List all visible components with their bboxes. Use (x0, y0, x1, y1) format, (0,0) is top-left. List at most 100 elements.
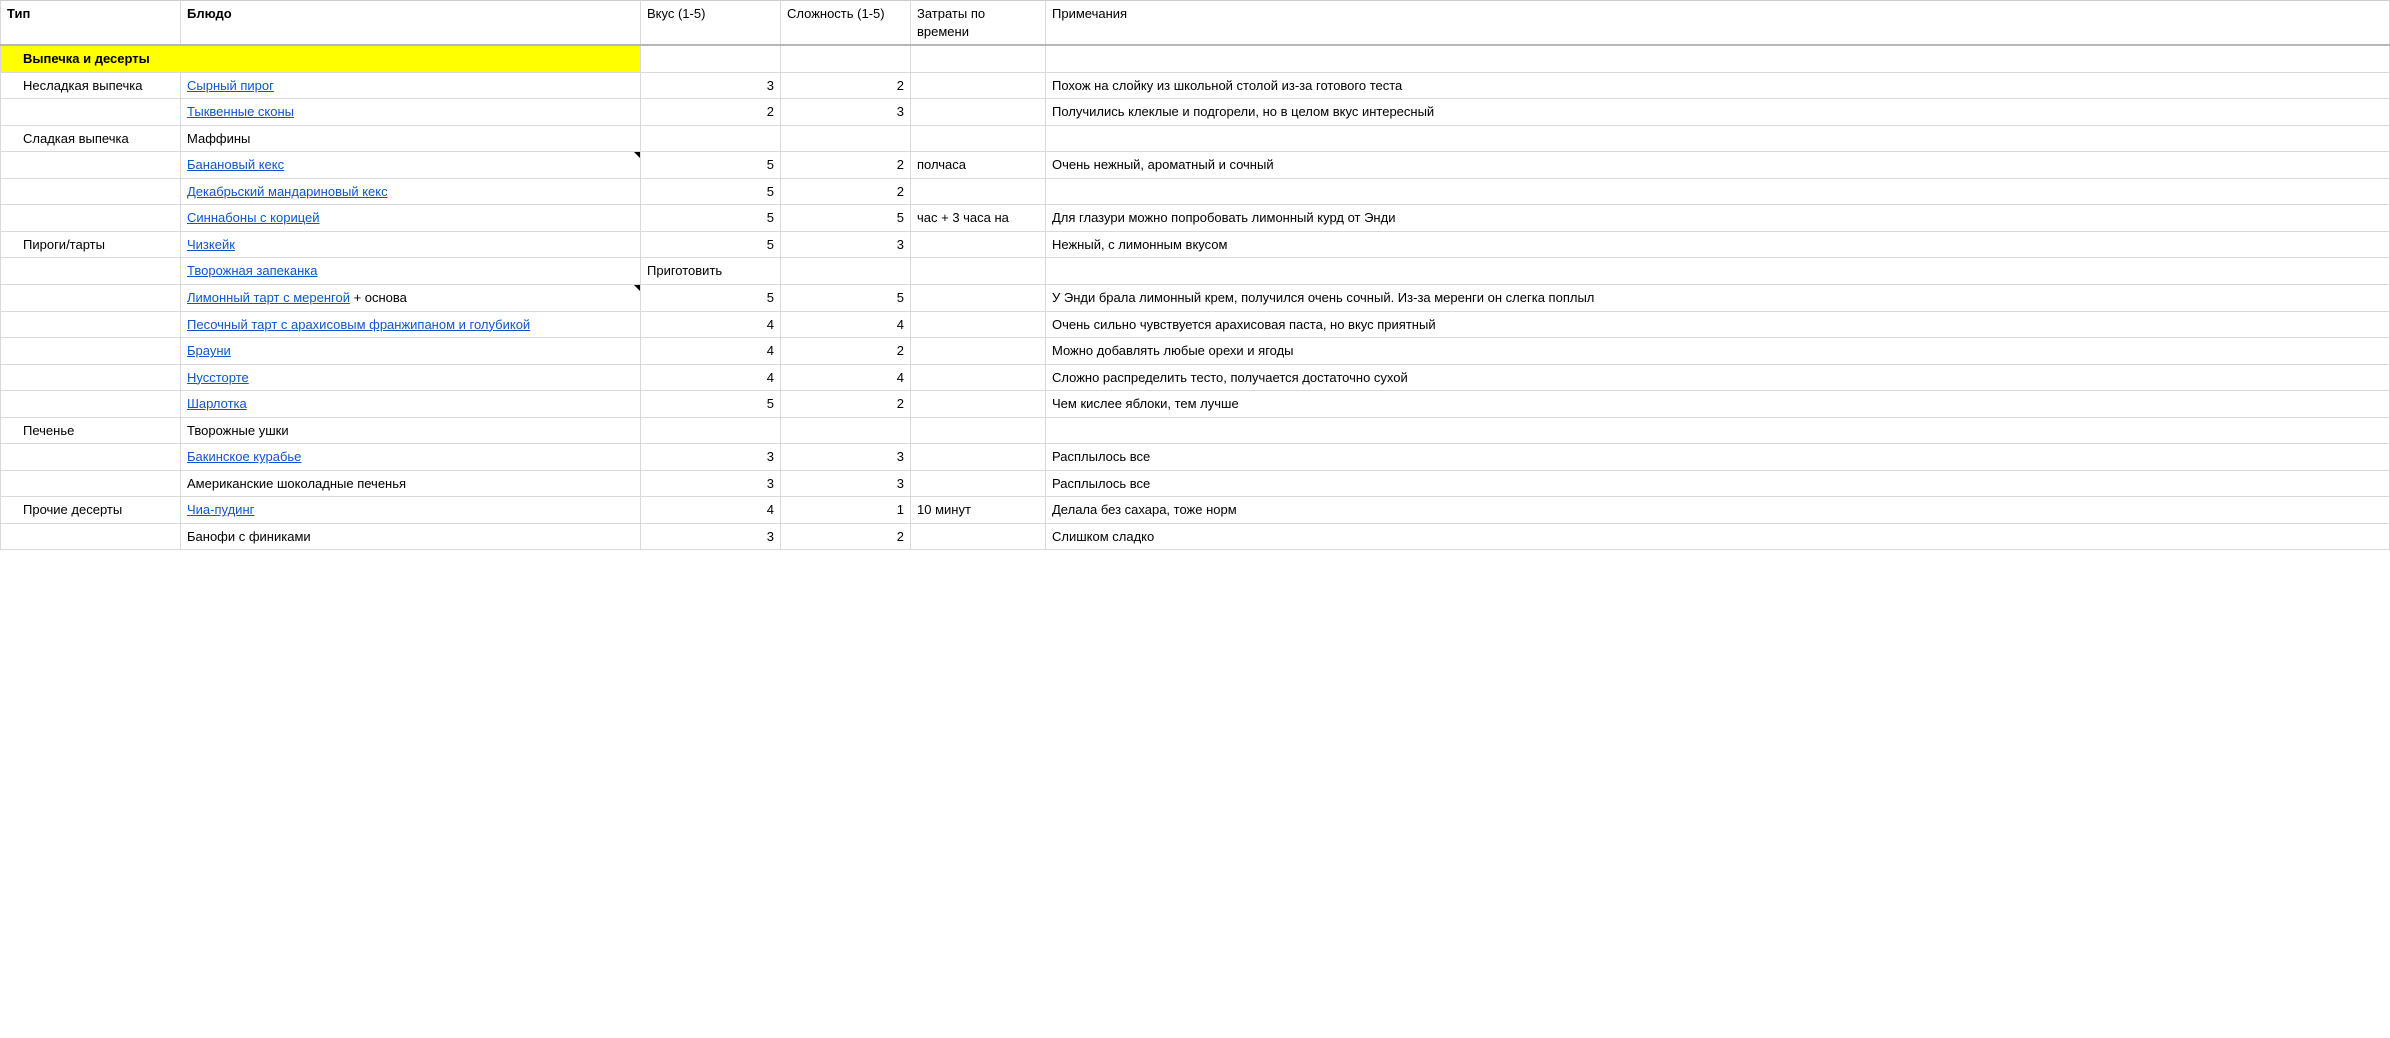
dish-link[interactable]: Бакинское курабье (187, 449, 301, 464)
dish-link[interactable]: Синнабоны с корицей (187, 210, 320, 225)
cell-difficulty[interactable]: 3 (781, 444, 911, 471)
cell-type[interactable] (1, 523, 181, 550)
cell-type[interactable]: Пироги/тарты (1, 231, 181, 258)
cell-taste[interactable]: 5 (641, 152, 781, 179)
cell-type[interactable]: Печенье (1, 417, 181, 444)
cell-dish[interactable]: Декабрьский мандариновый кекс (181, 178, 641, 205)
cell-difficulty[interactable]: 3 (781, 470, 911, 497)
cell-time[interactable] (911, 523, 1046, 550)
cell-time[interactable]: час + 3 часа на (911, 205, 1046, 232)
col-dish[interactable]: Блюдо (181, 1, 641, 46)
cell-type[interactable] (1, 285, 181, 312)
cell-dish[interactable]: Тыквенные сконы (181, 99, 641, 126)
cell-difficulty[interactable]: 4 (781, 364, 911, 391)
cell-time[interactable] (911, 285, 1046, 312)
cell-type[interactable] (1, 338, 181, 365)
cell-dish[interactable]: Чизкейк (181, 231, 641, 258)
cell-type[interactable] (1, 258, 181, 285)
cell-difficulty[interactable]: 2 (781, 523, 911, 550)
cell-difficulty[interactable]: 2 (781, 338, 911, 365)
cell-taste[interactable]: 3 (641, 444, 781, 471)
cell-type[interactable]: Сладкая выпечка (1, 125, 181, 152)
cell-notes[interactable]: Похож на слойку из школьной столой из-за… (1046, 72, 2390, 99)
cell-taste[interactable]: 5 (641, 205, 781, 232)
cell-dish[interactable]: Творожная запеканка (181, 258, 641, 285)
cell-time[interactable] (911, 72, 1046, 99)
cell-type[interactable] (1, 99, 181, 126)
cell-notes[interactable]: Сложно распределить тесто, получается до… (1046, 364, 2390, 391)
cell-notes[interactable]: Нежный, с лимонным вкусом (1046, 231, 2390, 258)
cell-dish[interactable]: Маффины (181, 125, 641, 152)
cell-taste[interactable]: 4 (641, 497, 781, 524)
dish-link[interactable]: Творожная запеканка (187, 263, 317, 278)
col-notes[interactable]: Примечания (1046, 1, 2390, 46)
col-taste[interactable]: Вкус (1-5) (641, 1, 781, 46)
cell-type[interactable] (1, 364, 181, 391)
cell-time[interactable] (911, 391, 1046, 418)
cell-notes[interactable]: Получились клеклые и подгорели, но в цел… (1046, 99, 2390, 126)
cell-difficulty[interactable]: 2 (781, 152, 911, 179)
cell-type[interactable]: Несладкая выпечка (1, 72, 181, 99)
cell-dish[interactable]: Синнабоны с корицей (181, 205, 641, 232)
cell-time[interactable] (911, 444, 1046, 471)
cell-taste[interactable]: 4 (641, 338, 781, 365)
dish-link[interactable]: Лимонный тарт с меренгой (187, 290, 350, 305)
cell-time[interactable]: полчаса (911, 152, 1046, 179)
cell-taste[interactable]: 3 (641, 523, 781, 550)
col-type[interactable]: Тип (1, 1, 181, 46)
col-difficulty[interactable]: Сложность (1-5) (781, 1, 911, 46)
dish-link[interactable]: Брауни (187, 343, 231, 358)
cell-dish[interactable]: Брауни (181, 338, 641, 365)
cell-time[interactable] (911, 417, 1046, 444)
cell-dish[interactable]: Банофи с финиками (181, 523, 641, 550)
cell-taste[interactable] (641, 125, 781, 152)
cell-notes[interactable]: Расплылось все (1046, 470, 2390, 497)
cell-taste[interactable]: 5 (641, 285, 781, 312)
cell-type[interactable]: Прочие десерты (1, 497, 181, 524)
cell-notes[interactable]: У Энди брала лимонный крем, получился оч… (1046, 285, 2390, 312)
cell-taste[interactable]: Приготовить (641, 258, 781, 285)
cell-dish[interactable]: Американские шоколадные печенья (181, 470, 641, 497)
cell-taste[interactable]: 4 (641, 311, 781, 338)
cell-difficulty[interactable]: 2 (781, 391, 911, 418)
cell-time[interactable] (911, 311, 1046, 338)
dish-link[interactable]: Чиа-пудинг (187, 502, 254, 517)
cell-dish[interactable]: Сырный пирог (181, 72, 641, 99)
cell-notes[interactable]: Можно добавлять любые орехи и ягоды (1046, 338, 2390, 365)
cell-dish[interactable]: Шарлотка (181, 391, 641, 418)
cell-notes[interactable] (1046, 417, 2390, 444)
dish-link[interactable]: Песочный тарт с арахисовым франжипаном и… (187, 317, 530, 332)
cell-time[interactable] (911, 178, 1046, 205)
cell-taste[interactable]: 4 (641, 364, 781, 391)
dish-link[interactable]: Чизкейк (187, 237, 235, 252)
cell-notes[interactable]: Очень нежный, ароматный и сочный (1046, 152, 2390, 179)
cell-notes[interactable]: Расплылось все (1046, 444, 2390, 471)
cell-difficulty[interactable] (781, 417, 911, 444)
cell-notes[interactable] (1046, 178, 2390, 205)
dish-link[interactable]: Сырный пирог (187, 78, 274, 93)
cell-type[interactable] (1, 444, 181, 471)
cell-difficulty[interactable]: 2 (781, 72, 911, 99)
cell-time[interactable] (911, 125, 1046, 152)
cell-notes[interactable] (1046, 258, 2390, 285)
cell-type[interactable] (1, 470, 181, 497)
cell-time[interactable] (911, 338, 1046, 365)
cell-notes[interactable] (1046, 125, 2390, 152)
cell-difficulty[interactable]: 5 (781, 285, 911, 312)
dish-link[interactable]: Банановый кекс (187, 157, 284, 172)
cell-dish[interactable]: Чиа-пудинг (181, 497, 641, 524)
cell-difficulty[interactable]: 4 (781, 311, 911, 338)
cell-notes[interactable]: Очень сильно чувствуется арахисовая паст… (1046, 311, 2390, 338)
cell-notes[interactable]: Слишком сладко (1046, 523, 2390, 550)
cell-difficulty[interactable]: 1 (781, 497, 911, 524)
cell-type[interactable] (1, 391, 181, 418)
dish-link[interactable]: Шарлотка (187, 396, 247, 411)
cell-type[interactable] (1, 178, 181, 205)
cell-difficulty[interactable] (781, 125, 911, 152)
cell-time[interactable] (911, 99, 1046, 126)
cell-dish[interactable]: Нуссторте (181, 364, 641, 391)
cell-dish[interactable]: Бакинское курабье (181, 444, 641, 471)
cell-taste[interactable]: 5 (641, 178, 781, 205)
cell-time[interactable] (911, 470, 1046, 497)
cell-dish[interactable]: Лимонный тарт с меренгой + основа (181, 285, 641, 312)
